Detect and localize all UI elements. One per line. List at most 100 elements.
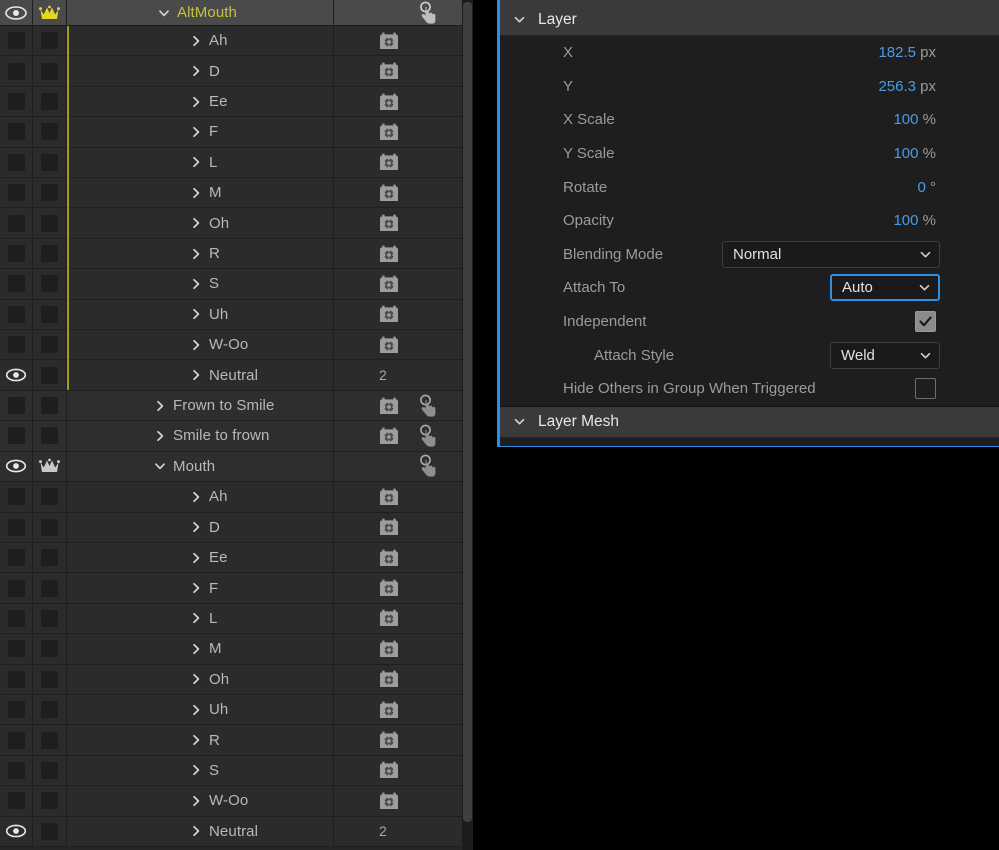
crown-toggle[interactable] xyxy=(33,755,67,786)
chevron-right-icon[interactable] xyxy=(189,733,203,747)
property-value-y[interactable]: 256.3 px xyxy=(878,78,936,95)
property-row-attach-style[interactable]: Attach Style Weld xyxy=(500,338,999,372)
trigger-cell[interactable] xyxy=(334,695,462,724)
hand-tap-icon[interactable] xyxy=(416,394,439,418)
crown-toggle[interactable] xyxy=(33,542,67,573)
layer-name-cell[interactable]: L xyxy=(67,603,334,634)
visibility-toggle[interactable] xyxy=(0,694,33,725)
chevron-right-icon[interactable] xyxy=(189,277,203,291)
trigger-cell[interactable] xyxy=(334,56,462,85)
attach-to-select[interactable]: Auto xyxy=(830,274,940,302)
property-value-rotate[interactable]: 0 ° xyxy=(917,179,936,196)
section-header-layer-mesh[interactable]: Layer Mesh xyxy=(500,405,999,438)
independent-checkbox[interactable] xyxy=(915,311,936,333)
crown-toggle[interactable] xyxy=(33,56,67,86)
gear-trigger-icon[interactable] xyxy=(378,243,400,265)
visibility-toggle[interactable] xyxy=(0,147,33,178)
gear-trigger-icon[interactable] xyxy=(378,395,400,417)
chevron-right-icon[interactable] xyxy=(189,642,203,656)
visibility-toggle[interactable] xyxy=(0,208,33,238)
table-row[interactable]: D xyxy=(0,512,462,543)
trigger-cell[interactable] xyxy=(334,300,462,329)
layer-name-cell[interactable]: F xyxy=(67,573,334,603)
chevron-right-icon[interactable] xyxy=(189,247,203,261)
trigger-cell[interactable] xyxy=(334,391,462,420)
layer-name-cell[interactable]: S xyxy=(67,269,334,299)
table-row[interactable]: M xyxy=(0,178,462,209)
tree-header-row[interactable]: AltMouth xyxy=(0,0,462,26)
crown-toggle[interactable] xyxy=(33,178,67,208)
trigger-cell[interactable] xyxy=(334,573,462,602)
crown-toggle[interactable] xyxy=(33,86,67,117)
left-panel-scrollbar-thumb[interactable] xyxy=(463,2,472,822)
visibility-toggle[interactable] xyxy=(0,56,33,86)
layer-name-cell[interactable]: F xyxy=(67,117,334,147)
trigger-cell[interactable] xyxy=(334,452,462,481)
visibility-toggle[interactable] xyxy=(0,786,33,816)
trigger-cell[interactable] xyxy=(334,330,462,359)
table-row[interactable]: Ah xyxy=(0,482,462,513)
table-row[interactable]: M xyxy=(0,634,462,665)
chevron-right-icon[interactable] xyxy=(189,672,203,686)
property-row-hide-others[interactable]: Hide Others in Group When Triggered xyxy=(500,372,999,406)
trigger-cell[interactable] xyxy=(334,786,462,815)
chevron-right-icon[interactable] xyxy=(189,368,203,382)
trigger-cell[interactable]: 2 xyxy=(334,817,462,846)
crown-toggle[interactable] xyxy=(33,421,67,451)
chevron-right-icon[interactable] xyxy=(189,551,203,565)
visibility-toggle[interactable] xyxy=(0,816,33,846)
visibility-toggle[interactable] xyxy=(0,390,33,421)
layer-name-cell[interactable]: Mouth xyxy=(67,451,334,482)
visibility-toggle[interactable] xyxy=(0,725,33,755)
gear-trigger-icon[interactable] xyxy=(378,182,400,204)
crown-toggle[interactable] xyxy=(33,208,67,238)
chevron-down-icon[interactable] xyxy=(157,6,171,20)
crown-toggle[interactable] xyxy=(33,26,67,56)
property-value-x-scale[interactable]: 100 % xyxy=(893,111,936,128)
layer-name-cell[interactable]: D xyxy=(67,56,334,86)
table-row[interactable]: Ah xyxy=(0,26,462,57)
trigger-cell[interactable]: 2 xyxy=(334,360,462,389)
table-row[interactable]: Ee xyxy=(0,86,462,118)
visibility-toggle[interactable] xyxy=(0,542,33,573)
chevron-right-icon[interactable] xyxy=(189,64,203,78)
table-row[interactable]: L xyxy=(0,147,462,179)
trigger-cell[interactable] xyxy=(334,117,462,146)
chevron-right-icon[interactable] xyxy=(189,824,203,838)
header-visibility-column[interactable] xyxy=(0,0,33,25)
gear-trigger-icon[interactable] xyxy=(378,577,400,599)
layer-name-cell[interactable]: R xyxy=(67,238,334,269)
visibility-toggle[interactable] xyxy=(0,360,33,390)
property-value-y-scale[interactable]: 100 % xyxy=(893,145,936,162)
visibility-toggle[interactable] xyxy=(0,178,33,208)
trigger-cell[interactable] xyxy=(334,148,462,177)
visibility-toggle[interactable] xyxy=(0,634,33,664)
crown-toggle[interactable] xyxy=(33,451,67,482)
gear-trigger-icon[interactable] xyxy=(378,151,400,173)
table-row[interactable]: Neutral 2 xyxy=(0,816,462,847)
gear-trigger-icon[interactable] xyxy=(378,30,400,52)
trigger-cell[interactable] xyxy=(334,634,462,663)
trigger-cell[interactable] xyxy=(334,482,462,511)
gear-trigger-icon[interactable] xyxy=(378,334,400,356)
table-row[interactable]: S xyxy=(0,269,462,300)
trigger-cell[interactable] xyxy=(334,665,462,694)
crown-toggle[interactable] xyxy=(33,816,67,846)
property-value-x[interactable]: 182.5 px xyxy=(878,44,936,61)
chevron-right-icon[interactable] xyxy=(189,186,203,200)
property-row-x[interactable]: X 182.5 px xyxy=(500,36,999,70)
table-row[interactable]: Neutral 2 xyxy=(0,360,462,391)
table-row[interactable]: R xyxy=(0,725,462,756)
table-row[interactable]: Oh xyxy=(0,208,462,239)
crown-toggle[interactable] xyxy=(33,390,67,421)
visibility-toggle[interactable] xyxy=(0,269,33,299)
visibility-toggle[interactable] xyxy=(0,238,33,269)
gear-trigger-icon[interactable] xyxy=(378,547,400,569)
property-row-rotate[interactable]: Rotate 0 ° xyxy=(500,170,999,204)
header-name-column[interactable]: AltMouth xyxy=(67,0,334,25)
gear-trigger-icon[interactable] xyxy=(378,486,400,508)
crown-toggle[interactable] xyxy=(33,299,67,330)
chevron-down-icon[interactable] xyxy=(513,415,526,428)
visibility-toggle[interactable] xyxy=(0,330,33,360)
gear-trigger-icon[interactable] xyxy=(378,121,400,143)
